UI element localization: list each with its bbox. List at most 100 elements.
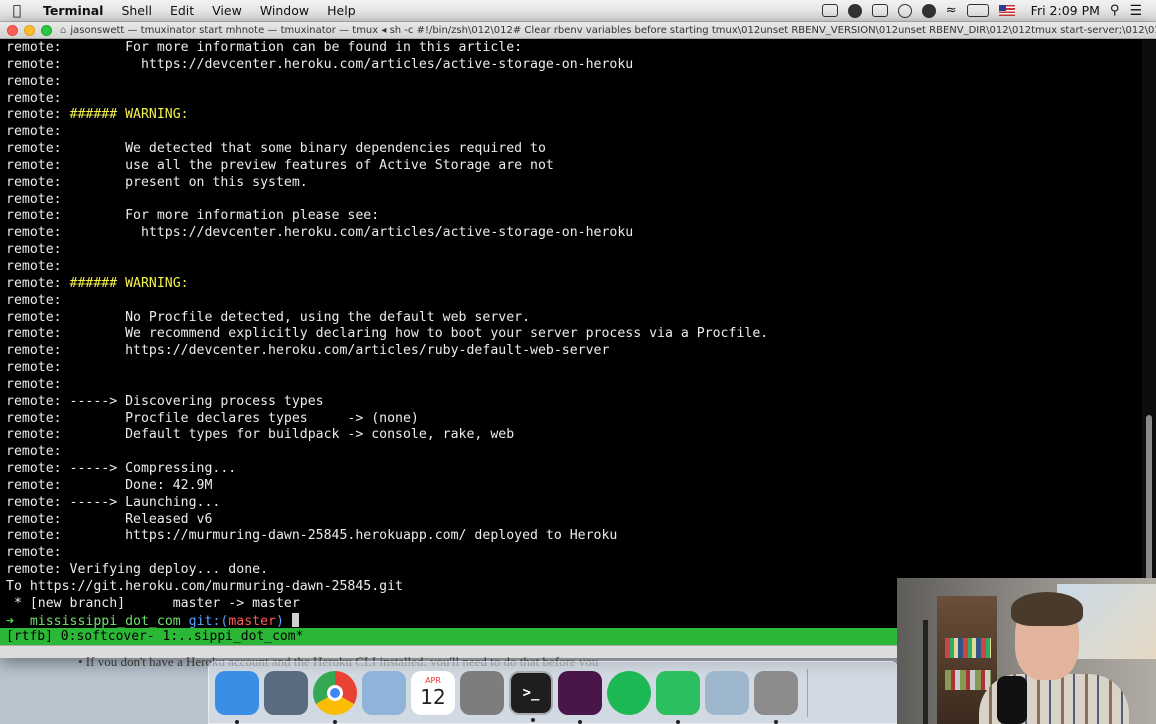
- line-text: use all the preview features of Active S…: [61, 157, 554, 173]
- line-text: * [new branch] master -> master: [6, 595, 300, 611]
- line-text: https://murmuring-dawn-25845.herokuapp.c…: [61, 528, 618, 544]
- terminal-line: remote: https://devcenter.heroku.com/art…: [6, 57, 1142, 74]
- zoom-button[interactable]: [41, 24, 52, 36]
- warning-text: ###### WARNING:: [61, 275, 189, 291]
- terminal-line: remote: ###### WARNING:: [6, 107, 1142, 124]
- remote-prefix: remote:: [6, 528, 62, 544]
- dock: APR 12 >_: [208, 661, 898, 724]
- line-text: -----> Discovering process types: [61, 393, 324, 409]
- remote-prefix: remote:: [6, 191, 62, 207]
- prompt-git-branch: master: [228, 613, 276, 629]
- terminal-line: remote:: [6, 91, 1142, 108]
- evernote-icon[interactable]: [656, 670, 700, 724]
- menu-clock[interactable]: Fri 2:09 PM: [1031, 3, 1100, 18]
- apple-menu-icon[interactable]: : [0, 3, 34, 19]
- home-folder-icon: ⌂: [60, 24, 67, 36]
- remote-prefix: remote:: [6, 427, 62, 443]
- remote-prefix: remote:: [6, 174, 62, 190]
- terminal-line: remote:: [6, 242, 1142, 259]
- terminal-line: remote:: [6, 74, 1142, 91]
- terminal-line: remote: -----> Launching...: [6, 495, 1142, 512]
- menu-edit[interactable]: Edit: [161, 3, 203, 18]
- remote-prefix: remote:: [6, 225, 62, 241]
- close-button[interactable]: [7, 24, 18, 36]
- line-text: Procfile declares types -> (none): [61, 410, 419, 426]
- floor-lamp: [923, 620, 928, 724]
- battery-icon[interactable]: [966, 4, 989, 17]
- terminal-line: remote: https://murmuring-dawn-25845.her…: [6, 528, 1142, 545]
- running-indicator: [578, 719, 582, 724]
- remote-prefix: remote:: [6, 477, 62, 493]
- terminal-line: remote: Default types for buildpack -> c…: [6, 427, 1142, 444]
- menu-shell[interactable]: Shell: [112, 3, 161, 18]
- window-title: jasonswett — tmuxinator start mhnote — t…: [70, 24, 1156, 36]
- remote-prefix: remote:: [6, 376, 62, 392]
- 1password-icon[interactable]: [897, 3, 912, 18]
- warning-text: ###### WARNING:: [61, 107, 189, 123]
- running-indicator: [676, 719, 680, 724]
- terminal-line: remote:: [6, 360, 1142, 377]
- terminal-line: remote:: [6, 545, 1142, 562]
- line-text: We recommend explicitly declaring how to…: [61, 326, 769, 342]
- terminal-line: remote: -----> Discovering process types: [6, 394, 1142, 411]
- us-flag-icon[interactable]: [998, 5, 1015, 16]
- system-preferences-icon[interactable]: [460, 670, 504, 715]
- remote-prefix: remote:: [6, 141, 62, 157]
- line-text: -----> Compressing...: [61, 461, 237, 477]
- menu-app-name[interactable]: Terminal: [34, 3, 112, 18]
- terminal-line: remote:: [6, 192, 1142, 209]
- terminal-line: remote: Procfile declares types -> (none…: [6, 411, 1142, 428]
- remote-prefix: remote:: [6, 157, 62, 173]
- calendar-month: APR: [425, 676, 441, 685]
- notification-center-icon[interactable]: ☰: [1129, 3, 1142, 19]
- evernote-icon[interactable]: [847, 3, 862, 18]
- spotlight-search-icon[interactable]: ⚲: [1110, 3, 1120, 18]
- terminal-line: remote:: [6, 444, 1142, 461]
- spotify-icon[interactable]: [607, 670, 651, 715]
- calendar-icon[interactable]: APR 12: [411, 670, 455, 715]
- dock-icon-glyph: >_: [522, 684, 540, 701]
- menu-help[interactable]: Help: [318, 3, 365, 18]
- terminal-line: remote:: [6, 377, 1142, 394]
- remote-prefix: remote:: [6, 343, 62, 359]
- remote-prefix: remote:: [6, 275, 62, 291]
- mail-icon[interactable]: [362, 670, 406, 715]
- finder-icon[interactable]: [215, 670, 259, 724]
- line-text: We detected that some binary dependencie…: [61, 141, 546, 157]
- prompt-directory: mississippi_dot_com: [29, 613, 181, 629]
- wifi-icon[interactable]: ≈: [946, 3, 957, 18]
- terminal-scrollbar[interactable]: [1142, 40, 1156, 630]
- preview-icon[interactable]: [705, 670, 749, 715]
- docker-icon[interactable]: [871, 4, 888, 17]
- terminal-icon[interactable]: >_: [509, 670, 553, 722]
- line-text: Done: 42.9M: [61, 477, 213, 493]
- terminal-line: remote: Done: 42.9M: [6, 478, 1142, 495]
- window-titlebar[interactable]: ⌂ jasonswett — tmuxinator start mhnote —…: [0, 22, 1156, 39]
- remote-prefix: remote:: [6, 545, 62, 561]
- running-indicator: [531, 717, 535, 722]
- remote-prefix: remote:: [6, 124, 62, 140]
- launchpad-icon[interactable]: [264, 670, 308, 715]
- running-indicator: [235, 719, 239, 724]
- prompt-git-close: ): [276, 613, 284, 629]
- line-text: Default types for buildpack -> console, …: [61, 427, 515, 443]
- dock-separator: [807, 668, 808, 717]
- camera-icon[interactable]: [821, 4, 838, 17]
- terminal-line: remote: https://devcenter.heroku.com/art…: [6, 343, 1142, 360]
- screenflow-icon[interactable]: [754, 670, 798, 724]
- remote-prefix: remote:: [6, 208, 62, 224]
- remote-prefix: remote:: [6, 562, 62, 578]
- slack-icon[interactable]: [558, 670, 602, 724]
- menu-view[interactable]: View: [203, 3, 251, 18]
- minimize-button[interactable]: [24, 24, 35, 36]
- menu-window[interactable]: Window: [251, 3, 318, 18]
- terminal-line: remote: present on this system.: [6, 175, 1142, 192]
- text-cursor: [291, 612, 299, 627]
- line-text: -----> Launching...: [61, 494, 221, 510]
- vpn-icon[interactable]: [921, 3, 936, 18]
- remote-prefix: remote:: [6, 360, 62, 376]
- terminal-line: remote: Released v6: [6, 512, 1142, 529]
- chrome-icon[interactable]: [313, 670, 357, 724]
- terminal-output[interactable]: remote: For more information can be foun…: [0, 40, 1142, 630]
- remote-prefix: remote:: [6, 90, 62, 106]
